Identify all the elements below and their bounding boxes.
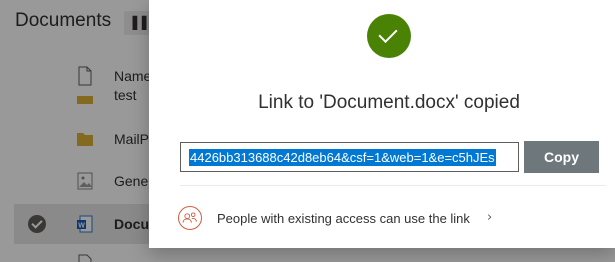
link-settings-button[interactable]: People with existing access can use the … — [178, 205, 508, 233]
dialog-title: Link to 'Document.docx' copied — [258, 92, 520, 113]
access-description[interactable]: People with existing access can use the … — [217, 211, 470, 226]
chevron-right-icon: › — [487, 210, 493, 225]
success-check-icon — [367, 14, 411, 58]
people-icon — [178, 206, 202, 230]
link-value[interactable]: 4426bb313688c42d8eb64&csf=1&web=1&e=c5hJ… — [189, 149, 496, 166]
divider — [180, 185, 606, 186]
link-copied-dialog: Link to 'Document.docx' copied 4426bb313… — [149, 0, 615, 248]
copy-button[interactable]: Copy — [524, 141, 599, 173]
link-field[interactable]: 4426bb313688c42d8eb64&csf=1&web=1&e=c5hJ… — [180, 142, 519, 172]
